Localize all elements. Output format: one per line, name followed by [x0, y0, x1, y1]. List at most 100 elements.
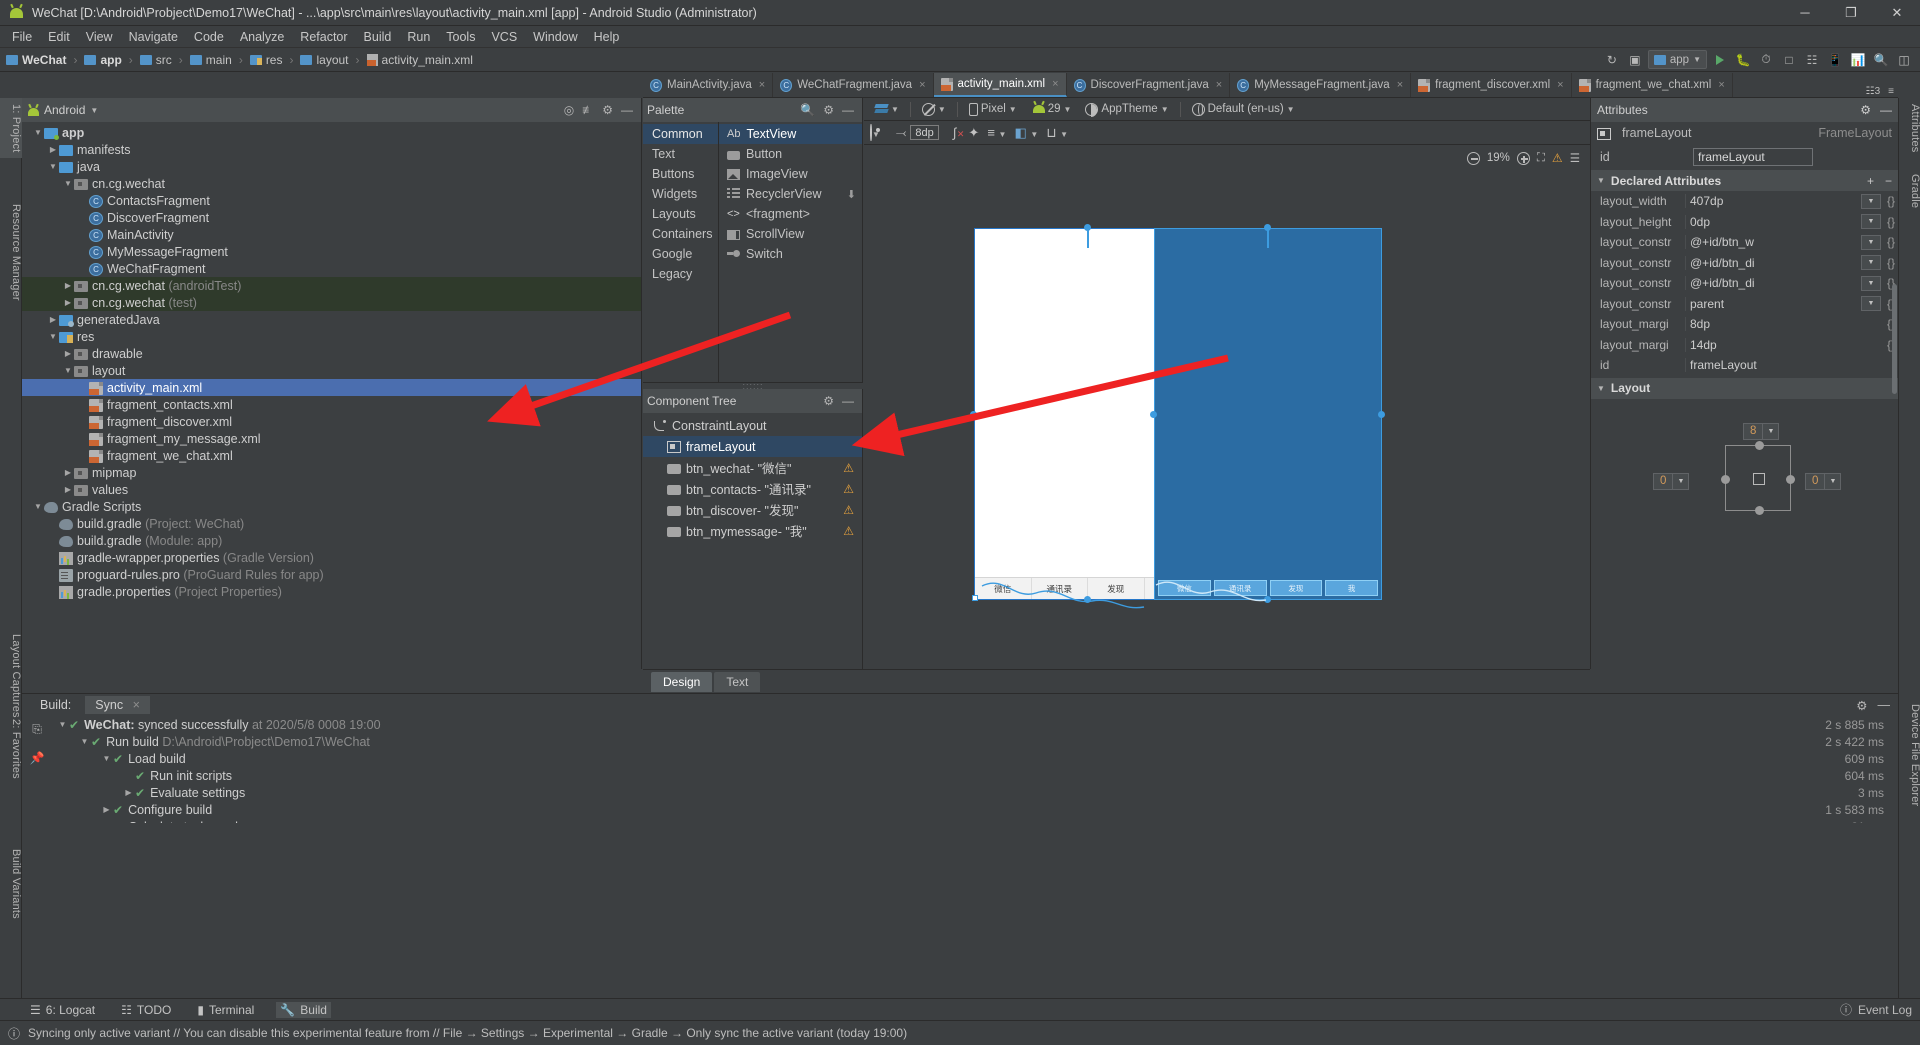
- sidebar-item-build-variants[interactable]: Build Variants: [0, 843, 22, 925]
- attribute-row[interactable]: layout_height 0dp ▼{}: [1591, 212, 1898, 233]
- project-tree-row[interactable]: ▼ cn.cg.wechat: [22, 175, 641, 192]
- theme-selector[interactable]: AppTheme ▼: [1080, 102, 1173, 117]
- palette-actions[interactable]: 🔍 ⚙ —: [800, 103, 858, 117]
- menu-window[interactable]: Window: [525, 28, 585, 46]
- tab-design[interactable]: Design: [651, 671, 713, 692]
- attribute-row[interactable]: layout_width 407dp ▼{}: [1591, 191, 1898, 212]
- editor-tab-actions[interactable]: ☷3 ≡: [1866, 86, 1898, 97]
- breadcrumb-item-project[interactable]: WeChat: [22, 53, 66, 67]
- attribute-value[interactable]: 407dp: [1685, 194, 1861, 209]
- zoom-controls[interactable]: 19% ⛶ ⚠ ☰: [1466, 151, 1580, 165]
- window-controls[interactable]: ─ ❐ ✕: [1782, 0, 1920, 26]
- sidebar-item-layout-captures[interactable]: Layout Captures: [0, 628, 22, 724]
- breadcrumb[interactable]: WeChat › app › src › main › res › layout…: [6, 53, 473, 67]
- expand-arrow-icon[interactable]: ▶: [62, 349, 74, 358]
- attributes-actions[interactable]: ⚙ —: [1860, 103, 1892, 117]
- right-tool-strip[interactable]: Attributes Gradle Device File Explorer: [1898, 98, 1920, 1020]
- project-tree-row[interactable]: build.gradle (Project: WeChat): [22, 515, 641, 532]
- component-tree-node[interactable]: frameLayout: [643, 436, 862, 457]
- chevron-down-icon[interactable]: ▼: [1762, 423, 1778, 439]
- locale-selector[interactable]: Default (en-us) ▼: [1187, 102, 1300, 116]
- widget-anchor-top[interactable]: [1755, 440, 1764, 450]
- tool-build[interactable]: 🔧 Build: [276, 1001, 331, 1018]
- build-panel-actions[interactable]: ⚙ —: [1856, 698, 1898, 713]
- project-tree-row[interactable]: gradle-wrapper.properties (Gradle Versio…: [22, 549, 641, 566]
- build-panel-side-actions[interactable]: ⎘ 📌: [24, 722, 50, 765]
- collapse-all-icon[interactable]: ≢: [582, 103, 594, 117]
- editor-tab-fragment_we_chat-xml[interactable]: fragment_we_chat.xml ×: [1572, 73, 1733, 97]
- warning-badge-icon[interactable]: ⚠: [1552, 151, 1563, 165]
- tool-todo[interactable]: ☷ TODO: [117, 1002, 175, 1018]
- orientation-selector[interactable]: ▼: [917, 102, 951, 116]
- project-tree-row[interactable]: ▼ app: [22, 124, 641, 141]
- attribute-rows[interactable]: layout_width 407dp ▼{} layout_height 0dp ▼{} l…: [1591, 191, 1898, 376]
- palette-category-legacy[interactable]: Legacy: [643, 264, 718, 284]
- attributes-scrollbar[interactable]: [1892, 284, 1897, 394]
- breadcrumb-item-res[interactable]: res: [266, 53, 283, 67]
- palette-category-widgets[interactable]: Widgets: [643, 184, 718, 204]
- close-icon[interactable]: ×: [1216, 79, 1222, 91]
- editor-tab-mainactivity-java[interactable]: C MainActivity.java ×: [643, 73, 774, 97]
- left-tool-strip[interactable]: 1: Project Resource Manager Layout Captu…: [0, 98, 22, 1020]
- collapse-arrow-icon[interactable]: ▼: [78, 737, 91, 746]
- menu-run[interactable]: Run: [399, 28, 438, 46]
- gear-icon[interactable]: ⚙: [602, 103, 613, 117]
- attribute-row[interactable]: layout_constr @+id/btn_w ▼{}: [1591, 232, 1898, 253]
- project-panel-actions[interactable]: ◎ ≢ ⚙ —: [564, 103, 637, 117]
- project-tree-row[interactable]: ▼ Gradle Scripts: [22, 498, 641, 515]
- attribute-value[interactable]: @+id/btn_di: [1685, 255, 1861, 270]
- project-panel-header[interactable]: Android ▼ ◎ ≢ ⚙ —: [22, 98, 641, 122]
- hide-icon[interactable]: —: [1880, 103, 1892, 117]
- sidebar-item-device-file-explorer[interactable]: Device File Explorer: [1899, 698, 1920, 812]
- align-button[interactable]: ◧ ▼: [1014, 125, 1038, 141]
- attribute-row[interactable]: layout_margi 14dp{}: [1591, 335, 1898, 356]
- palette-category-google[interactable]: Google: [643, 244, 718, 264]
- project-tree-row[interactable]: fragment_my_message.xml: [22, 430, 641, 447]
- close-icon[interactable]: ×: [919, 79, 925, 91]
- menu-refactor[interactable]: Refactor: [292, 28, 355, 46]
- collapse-arrow-icon[interactable]: ▼: [32, 128, 44, 137]
- debug-button[interactable]: 🐛: [1733, 50, 1753, 70]
- more-icon[interactable]: ☰: [1570, 151, 1580, 165]
- margin-left-selector[interactable]: 0 ▼: [1653, 472, 1690, 490]
- locate-icon[interactable]: ◎: [564, 103, 574, 117]
- editor-tab-wechatfragment-java[interactable]: C WeChatFragment.java ×: [773, 73, 934, 97]
- project-view-selector[interactable]: Android: [44, 103, 85, 117]
- hide-icon[interactable]: —: [842, 394, 854, 408]
- palette-categories[interactable]: Common Text Buttons Widgets Layouts Container…: [643, 122, 719, 383]
- warning-icon[interactable]: ⚠: [843, 461, 854, 475]
- widget-box[interactable]: [1721, 440, 1795, 515]
- tab-list-icon[interactable]: ☷3: [1866, 86, 1881, 97]
- corner-handle-bl[interactable]: [972, 595, 978, 601]
- close-button[interactable]: ✕: [1874, 0, 1920, 26]
- project-tree-row[interactable]: ▶ cn.cg.wechat (test): [22, 294, 641, 311]
- breadcrumb-item-layout[interactable]: layout: [316, 53, 348, 67]
- widget-anchor-bottom[interactable]: [1755, 505, 1764, 515]
- palette-items[interactable]: Ab TextView Button ImageView RecyclerView ⬇ <>…: [719, 122, 862, 383]
- resource-picker-icon[interactable]: {}: [1884, 235, 1898, 249]
- project-tree-row[interactable]: fragment_we_chat.xml: [22, 447, 641, 464]
- sidebar-item-favorites[interactable]: 2: Favorites: [0, 713, 22, 785]
- bp-resize-handle-bottom[interactable]: [1264, 596, 1271, 603]
- project-tree-row[interactable]: ▼ res: [22, 328, 641, 345]
- chevron-down-icon[interactable]: ▼: [1861, 255, 1881, 271]
- warning-icon[interactable]: ⚠: [843, 482, 854, 496]
- palette-item-switch[interactable]: Switch: [719, 244, 862, 264]
- id-input[interactable]: [1693, 148, 1813, 166]
- design-text-tab-strip[interactable]: Design Text: [643, 669, 1590, 693]
- component-tree-node[interactable]: btn_wechat- "微信" ⚠: [643, 457, 862, 478]
- constraint-toolbar[interactable]: ▼ ⤙ 8dp ∫ ✕ ✦ ≡ ▼ ◧ ▼ ⊔ ▼: [864, 121, 1590, 145]
- palette-category-containers[interactable]: Containers: [643, 224, 718, 244]
- project-tree[interactable]: ▼ app ▶ manifests ▼ java ▼ cn.cg.wechat C Contact…: [22, 122, 641, 669]
- sidebar-item-resource-manager[interactable]: Resource Manager: [0, 198, 22, 307]
- sidebar-item-project[interactable]: 1: Project: [0, 98, 22, 159]
- run-configuration-selector[interactable]: app ▼: [1647, 50, 1707, 69]
- component-tree-node[interactable]: ConstraintLayout: [643, 415, 862, 436]
- minimize-button[interactable]: ─: [1782, 0, 1828, 26]
- project-tree-row[interactable]: C ContactsFragment: [22, 192, 641, 209]
- collapse-arrow-icon[interactable]: ▼: [47, 332, 59, 341]
- device-selector[interactable]: Pixel ▼: [964, 102, 1022, 116]
- project-tree-row[interactable]: activity_main.xml: [22, 379, 641, 396]
- breadcrumb-item-file[interactable]: activity_main.xml: [382, 53, 473, 67]
- constraint-layout-widget[interactable]: 8 ▼ 0 ▼ 0 ▼: [1591, 415, 1898, 535]
